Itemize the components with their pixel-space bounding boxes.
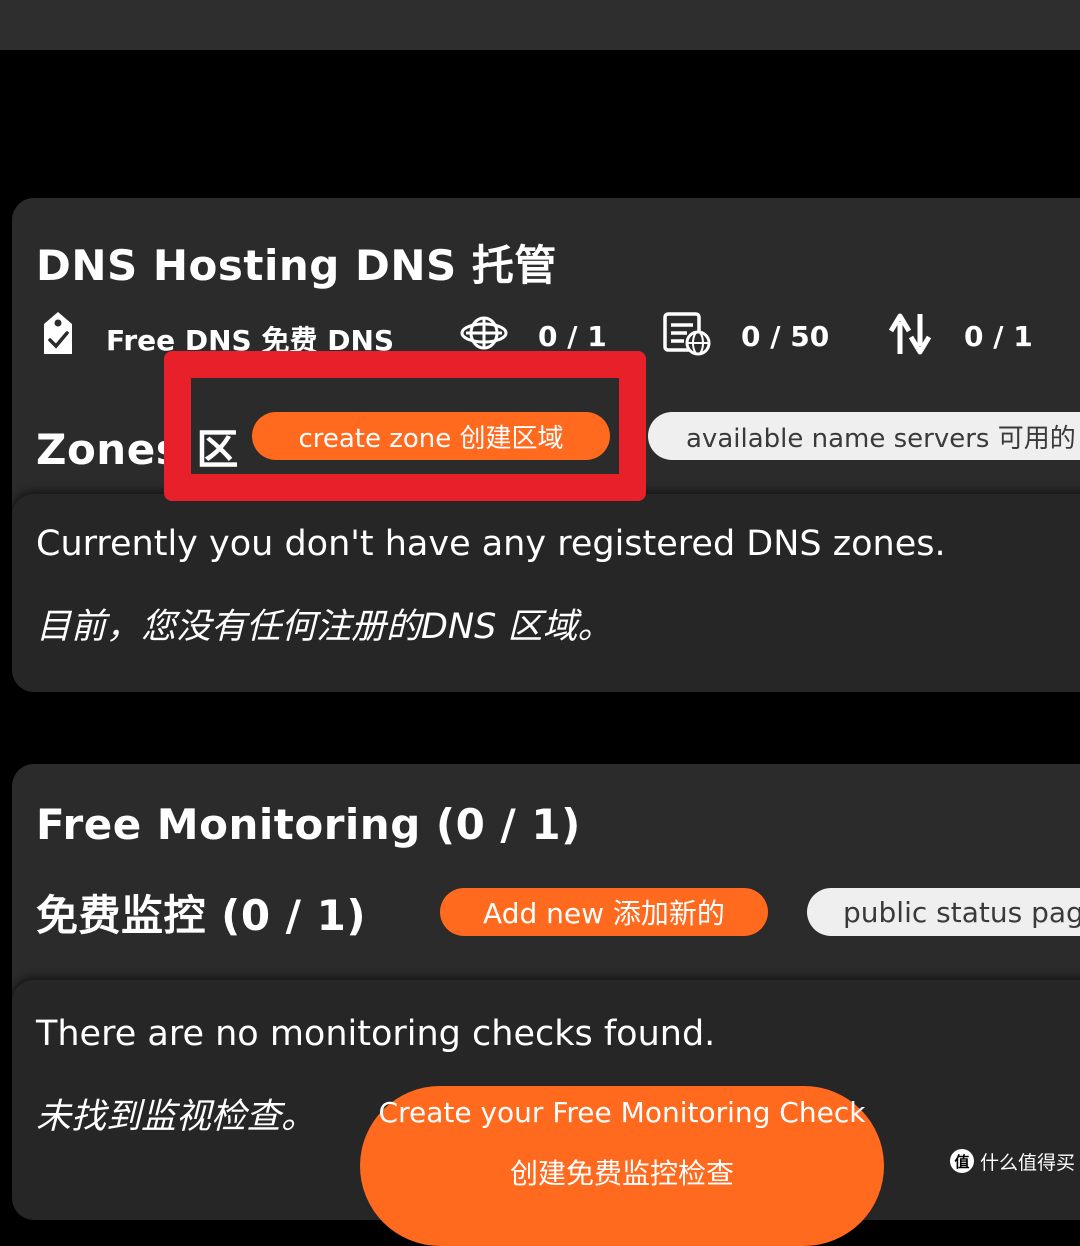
transfer-icon [888,312,932,360]
dns-empty-message: Currently you don't have any registered … [36,524,946,564]
monitoring-subtitle: 免费监控 (0 / 1) [36,891,367,940]
name-servers-button[interactable]: available name servers 可用的 [648,412,1080,460]
cta-label: Create your Free Monitoring Check [378,1096,866,1129]
watermark: 值 什么值得买 [950,1147,1075,1175]
monitoring-title: Free Monitoring (0 / 1) [36,800,581,849]
monitoring-empty-message: There are no monitoring checks found. [36,1014,716,1054]
highlight-box [164,351,646,501]
monitoring-empty-message-zh: 未找到监视检查。 [36,1097,317,1137]
create-monitoring-check-button[interactable]: Create your Free Monitoring Check 创建免费监控… [360,1086,884,1246]
watermark-logo-icon: 值 [950,1149,974,1173]
records-icon [662,311,712,361]
globe-icon [460,316,508,354]
zones-count: 0 / 1 [538,320,607,353]
dns-zones-panel: Currently you don't have any registered … [12,494,1080,692]
add-new-button[interactable]: Add new 添加新的 [440,888,768,936]
transfers-count: 0 / 1 [964,320,1033,353]
dns-empty-message-zh: 目前，您没有任何注册的DNS 区域。 [36,607,613,647]
records-count: 0 / 50 [741,320,830,353]
watermark-text: 什么值得买 [980,1151,1076,1174]
free-tag-icon [40,310,76,362]
dns-hosting-title: DNS Hosting DNS 托管 [36,241,557,290]
status-page-button[interactable]: public status page [807,888,1080,936]
cta-label-zh: 创建免费监控检查 [509,1157,734,1190]
top-bar [0,0,1080,50]
